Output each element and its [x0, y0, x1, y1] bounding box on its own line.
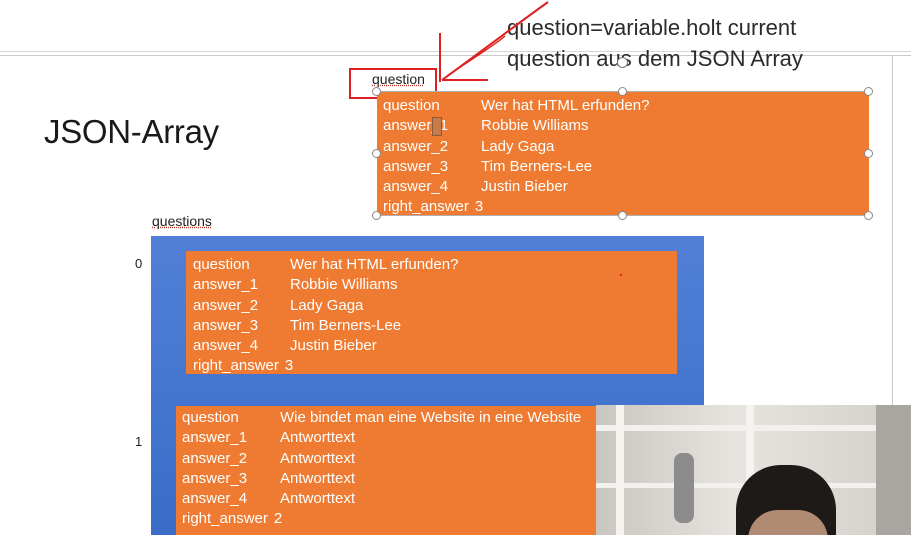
resize-handle[interactable] [618, 87, 627, 96]
webcam-overlay [596, 405, 911, 535]
webcam-background [876, 405, 911, 535]
table-row: answer_4 Justin Bieber [193, 336, 677, 356]
table-row: answer_2 Lady Gaga [383, 137, 869, 157]
shelf-post [616, 405, 624, 535]
field-key: answer_1 [182, 429, 248, 447]
field-key: answer_3 [182, 469, 248, 487]
slide-title: JSON-Array [44, 113, 219, 150]
table-row: right_answer 3 [193, 356, 677, 376]
resize-handle[interactable] [372, 211, 381, 220]
field-value: Wer hat HTML erfunden? [481, 97, 650, 114]
field-value: Wie bindet man eine Website in eine Webs… [280, 409, 582, 426]
field-value: Antworttext [280, 490, 356, 508]
field-value: Antworttext [280, 429, 356, 447]
table-row: answer_1 Antworttext [182, 428, 596, 448]
text-cursor-icon [432, 117, 442, 136]
field-key: question [182, 409, 239, 426]
question-variable-label: question [372, 71, 425, 87]
field-value: Robbie Williams [481, 117, 589, 135]
field-value: Antworttext [280, 449, 356, 467]
field-key: answer_4 [182, 490, 248, 508]
table-row: answer_3 Tim Berners-Lee [193, 316, 677, 336]
resize-handle[interactable] [864, 87, 873, 96]
microphone-icon [674, 453, 694, 523]
field-value: Justin Bieber [481, 178, 568, 196]
questions-variable-label: questions [152, 213, 212, 229]
table-row: answer_3 Tim Berners-Lee [383, 157, 869, 177]
question-object-0[interactable]: question Wer hat HTML erfunden? answer_1… [186, 251, 677, 374]
field-value: Wer hat HTML erfunden? [290, 256, 459, 273]
field-value: Justin Bieber [290, 337, 377, 355]
field-value: Tim Berners-Lee [481, 157, 593, 175]
array-index-0: 0 [135, 256, 143, 271]
field-key: right_answer [383, 198, 469, 216]
array-index-1: 1 [135, 434, 143, 449]
field-value: Lady Gaga [481, 137, 555, 155]
resize-handle[interactable] [372, 87, 381, 96]
laser-pointer-dot [620, 274, 622, 276]
table-row: answer_4 Justin Bieber [383, 177, 869, 197]
resize-handle[interactable] [864, 149, 873, 158]
field-value: Lady Gaga [290, 296, 364, 314]
field-value: 2 [273, 510, 283, 528]
table-row: right_answer 2 [182, 509, 596, 529]
field-key: answer_3 [383, 157, 449, 175]
field-key: answer_4 [383, 178, 449, 196]
field-key: question [193, 256, 250, 273]
field-key: answer_2 [193, 296, 259, 314]
resize-handle[interactable] [618, 211, 627, 220]
table-row: answer_4 Antworttext [182, 489, 596, 509]
field-value: 3 [474, 198, 484, 216]
table-row: question Wie bindet man eine Website in … [182, 408, 596, 428]
table-row: answer_3 Antworttext [182, 469, 596, 489]
current-question-box[interactable]: question Wer hat HTML erfunden? answer_1… [377, 92, 869, 215]
table-row: answer_1 Robbie Williams [383, 116, 869, 136]
resize-handle[interactable] [372, 149, 381, 158]
field-key: answer_1 [193, 276, 259, 294]
field-key: answer_3 [193, 316, 259, 334]
field-value: Antworttext [280, 469, 356, 487]
table-row: answer_2 Antworttext [182, 449, 596, 469]
field-value: 3 [284, 357, 294, 375]
field-key: right_answer [182, 510, 268, 528]
table-row: question Wer hat HTML erfunden? [193, 255, 677, 275]
table-row: answer_1 Robbie Williams [193, 275, 677, 295]
field-value: Tim Berners-Lee [290, 316, 402, 334]
field-key: question [383, 97, 440, 114]
rotate-handle-icon[interactable] [617, 57, 628, 68]
table-row: question Wer hat HTML erfunden? [383, 96, 869, 116]
field-key: right_answer [193, 357, 279, 375]
resize-handle[interactable] [864, 211, 873, 220]
field-key: answer_2 [383, 137, 449, 155]
field-value: Robbie Williams [290, 276, 398, 294]
field-key: answer_4 [193, 337, 259, 355]
question-object-1[interactable]: question Wie bindet man eine Website in … [176, 406, 596, 535]
field-key: answer_2 [182, 449, 248, 467]
table-row: answer_2 Lady Gaga [193, 296, 677, 316]
